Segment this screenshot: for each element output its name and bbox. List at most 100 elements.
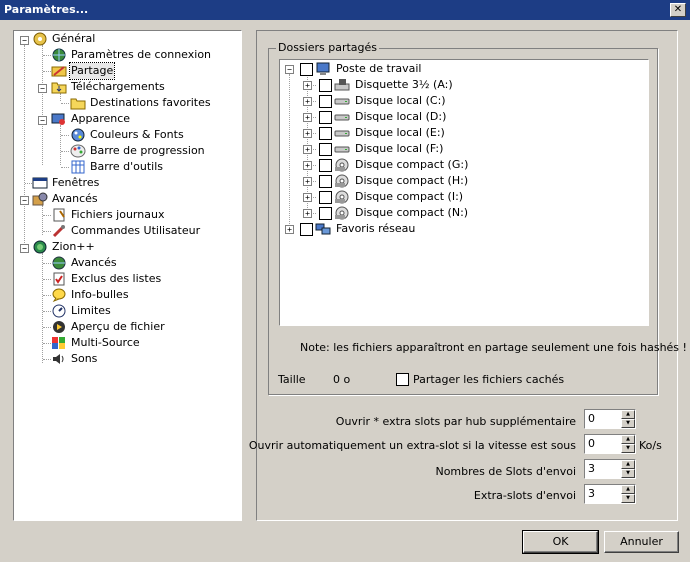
tree-item-general[interactable]: Général bbox=[52, 31, 95, 47]
collapse-zion-toggle[interactable]: − bbox=[20, 244, 29, 253]
tree-item-downloads[interactable]: Téléchargements bbox=[71, 79, 165, 95]
auto-slot-label: Ouvrir automatiquement un extra-slot si … bbox=[248, 439, 576, 452]
tree-item-progress-bar[interactable]: Barre de progression bbox=[90, 143, 205, 159]
drive-checkbox[interactable] bbox=[319, 207, 332, 220]
tree-item-appearance[interactable]: Apparence bbox=[71, 111, 130, 127]
expand-drive-toggle[interactable]: + bbox=[303, 113, 312, 122]
spin-up-icon[interactable]: ▲ bbox=[621, 410, 635, 419]
drive-checkbox[interactable] bbox=[319, 111, 332, 124]
expand-drive-toggle[interactable]: + bbox=[303, 129, 312, 138]
share-icon bbox=[51, 66, 67, 77]
download-folder-icon bbox=[51, 82, 67, 94]
drive-checkbox[interactable] bbox=[319, 143, 332, 156]
expand-drive-toggle[interactable]: + bbox=[303, 145, 312, 154]
window-title: Paramètres... bbox=[4, 3, 89, 16]
tree-item-zion-advanced[interactable]: Avancés bbox=[71, 255, 117, 271]
spin-down-icon[interactable]: ▼ bbox=[621, 494, 635, 503]
upload-slots-spinner[interactable]: 3 ▲ ▼ bbox=[584, 459, 636, 479]
preview-icon bbox=[53, 321, 65, 333]
tree-item-tooltips[interactable]: Info-bulles bbox=[71, 287, 129, 303]
auto-slot-unit: Ko/s bbox=[639, 439, 662, 452]
tree-item-log-files[interactable]: Fichiers journaux bbox=[71, 207, 164, 223]
cd-drive-icon bbox=[334, 206, 350, 220]
expand-network-toggle[interactable]: + bbox=[285, 225, 294, 234]
network-places-icon bbox=[315, 223, 331, 235]
tree-item-toolbar[interactable]: Barre d'outils bbox=[90, 159, 163, 175]
network-checkbox[interactable] bbox=[300, 223, 313, 236]
spin-down-icon[interactable]: ▼ bbox=[621, 444, 635, 453]
drive-checkbox[interactable] bbox=[319, 127, 332, 140]
exclude-icon bbox=[53, 272, 65, 286]
collapse-downloads-toggle[interactable]: − bbox=[38, 84, 47, 93]
upload-slots-label: Nombres de Slots d'envoi bbox=[435, 465, 576, 478]
hard-drive-icon bbox=[334, 110, 350, 124]
cd-drive-icon bbox=[334, 190, 350, 204]
extra-slots-spinner[interactable]: 0 ▲ ▼ bbox=[584, 409, 636, 429]
network-label: Favoris réseau bbox=[336, 222, 416, 235]
tree-item-windows[interactable]: Fenêtres bbox=[52, 175, 99, 191]
hash-note: Note: les fichiers apparaîtront en parta… bbox=[300, 341, 687, 354]
log-icon bbox=[53, 208, 65, 222]
spin-up-icon[interactable]: ▲ bbox=[621, 460, 635, 469]
palette-icon bbox=[70, 144, 86, 158]
drive-label: Disque compact (N:) bbox=[355, 206, 469, 219]
tree-item-exclude-lists[interactable]: Exclus des listes bbox=[71, 271, 161, 287]
spin-up-icon[interactable]: ▲ bbox=[621, 485, 635, 494]
spin-down-icon[interactable]: ▼ bbox=[621, 419, 635, 428]
tree-item-favorite-destinations[interactable]: Destinations favorites bbox=[90, 95, 211, 111]
drive-checkbox[interactable] bbox=[319, 79, 332, 92]
hard-drive-icon bbox=[334, 142, 350, 156]
collapse-computer-toggle[interactable]: − bbox=[285, 65, 294, 74]
expand-drive-toggle[interactable]: + bbox=[303, 209, 312, 218]
expand-drive-toggle[interactable]: + bbox=[303, 177, 312, 186]
drive-checkbox[interactable] bbox=[319, 95, 332, 108]
drive-label: Disque compact (G:) bbox=[355, 158, 469, 171]
extra-slots-label: Ouvrir * extra slots par hub supplémenta… bbox=[335, 415, 576, 428]
cd-drive-icon bbox=[334, 158, 350, 172]
tree-item-zion[interactable]: Zion++ bbox=[52, 239, 95, 255]
collapse-advanced-toggle[interactable]: − bbox=[20, 196, 29, 205]
tree-item-user-commands[interactable]: Commandes Utilisateur bbox=[71, 223, 200, 239]
general-icon bbox=[33, 32, 47, 46]
ok-button[interactable]: OK bbox=[522, 530, 599, 554]
drive-checkbox[interactable] bbox=[319, 191, 332, 204]
zion-icon bbox=[33, 240, 47, 254]
tree-item-share[interactable]: Partage bbox=[68, 62, 116, 80]
tree-item-file-preview[interactable]: Aperçu de fichier bbox=[71, 319, 165, 335]
advanced-globe-icon bbox=[52, 256, 66, 270]
drive-label: Disquette 3½ (A:) bbox=[355, 78, 453, 91]
auto-slot-value: 0 bbox=[588, 437, 595, 450]
tree-item-colors-fonts[interactable]: Couleurs & Fonts bbox=[90, 127, 184, 143]
cd-drive-icon bbox=[334, 174, 350, 188]
cancel-button[interactable]: Annuler bbox=[604, 531, 679, 553]
size-value: 0 o bbox=[333, 373, 351, 386]
shared-folders-tree[interactable]: − Poste de travail + Disquette 3½ (A:) + Di… bbox=[279, 59, 649, 326]
settings-tree[interactable]: − Général Paramètres de connexion Partag… bbox=[13, 30, 242, 521]
expand-drive-toggle[interactable]: + bbox=[303, 193, 312, 202]
tree-item-connection[interactable]: Paramètres de connexion bbox=[71, 47, 211, 63]
spin-up-icon[interactable]: ▲ bbox=[621, 435, 635, 444]
extra-upload-spinner[interactable]: 3 ▲ ▼ bbox=[584, 484, 636, 504]
hard-drive-icon bbox=[334, 126, 350, 140]
expand-drive-toggle[interactable]: + bbox=[303, 97, 312, 106]
drive-label: Disque compact (H:) bbox=[355, 174, 469, 187]
drive-label: Disque local (C:) bbox=[355, 94, 446, 107]
drive-checkbox[interactable] bbox=[319, 159, 332, 172]
expand-drive-toggle[interactable]: + bbox=[303, 81, 312, 90]
tree-item-sounds[interactable]: Sons bbox=[71, 351, 97, 367]
share-hidden-checkbox[interactable] bbox=[396, 373, 409, 386]
computer-checkbox[interactable] bbox=[300, 63, 313, 76]
expand-drive-toggle[interactable]: + bbox=[303, 161, 312, 170]
collapse-general-toggle[interactable]: − bbox=[20, 36, 29, 45]
spin-down-icon[interactable]: ▼ bbox=[621, 469, 635, 478]
collapse-appearance-toggle[interactable]: − bbox=[38, 116, 47, 125]
window-icon bbox=[32, 177, 48, 189]
close-button[interactable]: ✕ bbox=[670, 3, 686, 17]
tree-item-multi-source[interactable]: Multi-Source bbox=[71, 335, 140, 351]
auto-slot-spinner[interactable]: 0 ▲ ▼ bbox=[584, 434, 636, 454]
drive-checkbox[interactable] bbox=[319, 175, 332, 188]
tree-item-limits[interactable]: Limites bbox=[71, 303, 111, 319]
tree-item-advanced[interactable]: Avancés bbox=[52, 191, 98, 207]
colors-icon bbox=[71, 128, 85, 142]
toolbar-icon bbox=[71, 160, 85, 174]
